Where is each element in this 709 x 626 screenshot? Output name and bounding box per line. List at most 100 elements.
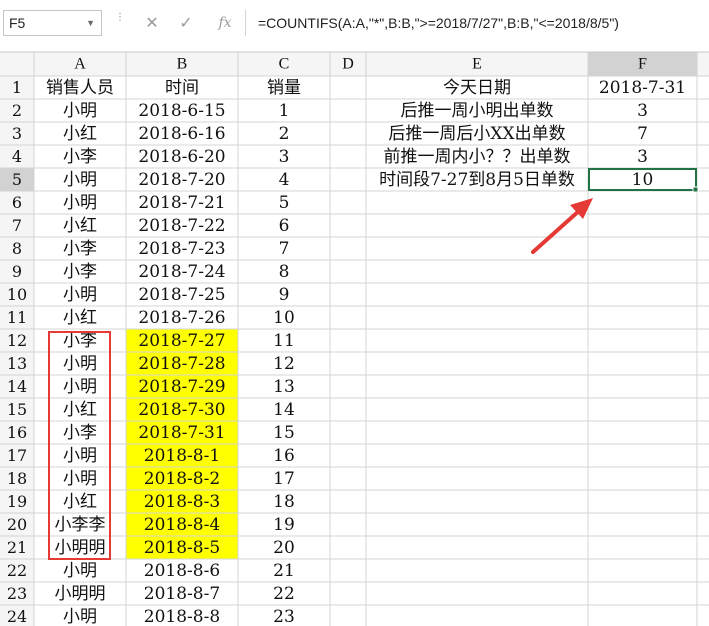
cell-c6: 5 bbox=[279, 193, 290, 213]
cell-b6: 2018-7-21 bbox=[138, 193, 225, 213]
fill-handle[interactable] bbox=[692, 186, 699, 193]
row-header-22[interactable]: 22 bbox=[7, 561, 27, 580]
row-header-13[interactable]: 13 bbox=[7, 354, 27, 373]
cell-c12: 11 bbox=[273, 331, 295, 351]
row-header-8[interactable]: 8 bbox=[12, 239, 22, 258]
cell-c11: 10 bbox=[273, 308, 295, 328]
cell-b21: 2018-8-5 bbox=[144, 538, 220, 558]
cell-c17: 16 bbox=[273, 446, 295, 466]
cell-b24: 2018-8-8 bbox=[144, 607, 220, 626]
cell-a16: 小李 bbox=[63, 423, 97, 443]
row-header-21[interactable]: 21 bbox=[7, 538, 27, 557]
cell-b13: 2018-7-28 bbox=[138, 354, 225, 374]
cell-a15: 小红 bbox=[63, 400, 97, 420]
row-header-18[interactable]: 18 bbox=[7, 469, 27, 488]
cell-b16: 2018-7-31 bbox=[138, 423, 225, 443]
cell-a11: 小红 bbox=[63, 308, 97, 328]
row-header-11[interactable]: 11 bbox=[7, 308, 27, 327]
cell-a21: 小明明 bbox=[55, 538, 106, 558]
row-header-15[interactable]: 15 bbox=[7, 400, 27, 419]
cell-c24: 23 bbox=[273, 607, 295, 626]
row-header-7[interactable]: 7 bbox=[12, 216, 22, 235]
cell-b7: 2018-7-22 bbox=[138, 216, 225, 236]
column-header-e[interactable]: E bbox=[472, 56, 482, 73]
cell-a19: 小红 bbox=[63, 492, 97, 512]
cell-b14: 2018-7-29 bbox=[138, 377, 225, 397]
cell-c23: 22 bbox=[273, 584, 295, 604]
row-header-1[interactable]: 1 bbox=[12, 78, 22, 97]
cell-c7: 6 bbox=[279, 216, 290, 236]
row-header-12[interactable]: 12 bbox=[7, 331, 27, 350]
cell-c16: 15 bbox=[273, 423, 295, 443]
cell-a1: 销售人员 bbox=[46, 78, 114, 98]
cell-c8: 7 bbox=[279, 239, 290, 259]
column-header-c[interactable]: C bbox=[279, 56, 290, 73]
cell-b15: 2018-7-30 bbox=[138, 400, 225, 420]
cell-a18: 小明 bbox=[63, 469, 97, 489]
cell-a17: 小明 bbox=[63, 446, 97, 466]
row-header-19[interactable]: 19 bbox=[7, 492, 27, 511]
row-header-9[interactable]: 9 bbox=[12, 262, 22, 281]
cell-b20: 2018-8-4 bbox=[144, 515, 220, 535]
row-header-2[interactable]: 2 bbox=[12, 101, 22, 120]
cell-a23: 小明明 bbox=[55, 584, 106, 604]
row-header-10[interactable]: 10 bbox=[7, 285, 27, 304]
cell-f5: 10 bbox=[632, 170, 654, 190]
column-header-d[interactable]: D bbox=[342, 56, 354, 73]
cell-f3: 7 bbox=[637, 124, 648, 144]
cell-c13: 12 bbox=[273, 354, 295, 374]
cell-b1: 时间 bbox=[165, 78, 199, 98]
cell-b12: 2018-7-27 bbox=[138, 331, 225, 351]
cell-b10: 2018-7-25 bbox=[138, 285, 225, 305]
cell-a3: 小红 bbox=[63, 124, 97, 144]
row-header-24[interactable]: 24 bbox=[7, 607, 27, 626]
cell-e2: 后推一周小明出单数 bbox=[401, 101, 554, 121]
row-header-16[interactable]: 16 bbox=[7, 423, 27, 442]
row-header-23[interactable]: 23 bbox=[7, 584, 27, 603]
cell-c14: 13 bbox=[273, 377, 295, 397]
row-header-6[interactable]: 6 bbox=[12, 193, 22, 212]
cell-c22: 21 bbox=[273, 561, 295, 581]
column-header-b[interactable]: B bbox=[177, 56, 188, 73]
cell-e1: 今天日期 bbox=[443, 78, 511, 98]
cell-c4: 3 bbox=[279, 147, 290, 167]
cell-c1: 销量 bbox=[267, 78, 301, 98]
cell-b22: 2018-8-6 bbox=[144, 561, 220, 581]
cell-b11: 2018-7-26 bbox=[138, 308, 225, 328]
sheet-background bbox=[0, 52, 709, 626]
cell-e3: 后推一周后小XX出单数 bbox=[388, 124, 565, 144]
cell-a13: 小明 bbox=[63, 354, 97, 374]
cell-c20: 19 bbox=[273, 515, 295, 535]
row-header-3[interactable]: 3 bbox=[12, 124, 22, 143]
cell-f4: 3 bbox=[637, 147, 648, 167]
cell-a24: 小明 bbox=[63, 607, 97, 626]
row-header-20[interactable]: 20 bbox=[7, 515, 27, 534]
row-header-5[interactable]: 5 bbox=[12, 170, 22, 189]
cell-f2: 3 bbox=[637, 101, 648, 121]
cell-e4: 前推一周内小？？出单数 bbox=[384, 147, 571, 167]
column-header-f[interactable]: F bbox=[638, 56, 647, 73]
cell-a9: 小李 bbox=[63, 262, 97, 282]
cell-b8: 2018-7-23 bbox=[138, 239, 225, 259]
cell-a5: 小明 bbox=[63, 170, 97, 190]
column-header-a[interactable]: A bbox=[74, 56, 86, 73]
cell-a6: 小明 bbox=[63, 193, 97, 213]
cell-c21: 20 bbox=[273, 538, 295, 558]
row-header-4[interactable]: 4 bbox=[12, 147, 22, 166]
cell-a22: 小明 bbox=[63, 561, 97, 581]
cell-b3: 2018-6-16 bbox=[138, 124, 225, 144]
cell-b4: 2018-6-20 bbox=[138, 147, 225, 167]
cell-a10: 小明 bbox=[63, 285, 97, 305]
cell-c9: 8 bbox=[279, 262, 290, 282]
cell-b2: 2018-6-15 bbox=[138, 101, 225, 121]
cell-c2: 1 bbox=[279, 101, 290, 121]
cell-e5: 时间段7-27到8月5日单数 bbox=[379, 170, 575, 190]
cell-b19: 2018-8-3 bbox=[144, 492, 220, 512]
spreadsheet-grid[interactable]: A B C D E F1234567891011121314151617181920212… bbox=[0, 0, 709, 626]
cell-c5: 4 bbox=[279, 170, 290, 190]
cell-c15: 14 bbox=[273, 400, 295, 420]
cell-b17: 2018-8-1 bbox=[144, 446, 220, 466]
row-header-14[interactable]: 14 bbox=[7, 377, 27, 396]
row-header-17[interactable]: 17 bbox=[7, 446, 27, 465]
cell-c18: 17 bbox=[273, 469, 295, 489]
